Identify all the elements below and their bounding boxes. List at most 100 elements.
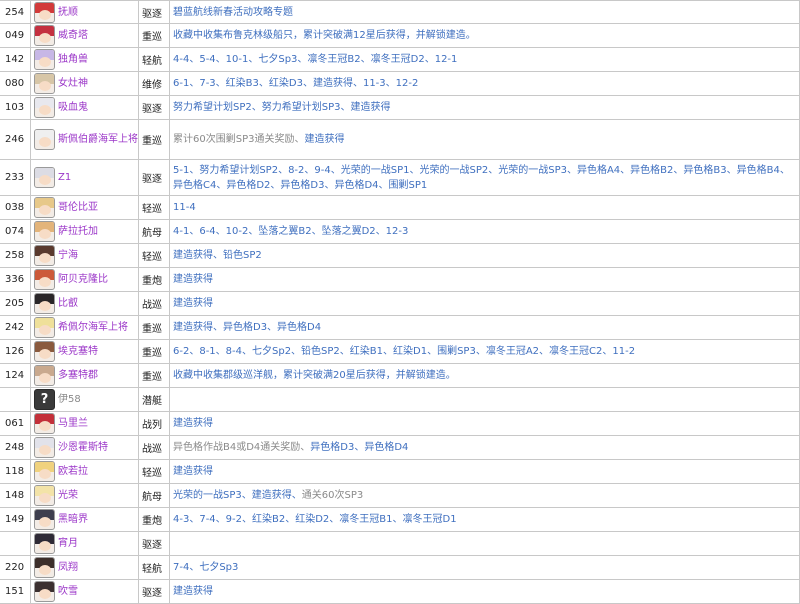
- ship-name-link[interactable]: 哥伦比亚: [58, 201, 98, 214]
- acquisition-source[interactable]: 6-2、8-1、8-4、七夕Sp2、铅色SP2、红染B1、红染D1、围剿SP3、…: [173, 344, 635, 359]
- shipgirl-avatar[interactable]: [34, 221, 55, 242]
- ship-name-link[interactable]: 斯佩伯爵海军上将: [58, 133, 138, 146]
- ship-type: 重炮: [142, 516, 162, 527]
- ship-name-link[interactable]: 阿贝克隆比: [58, 273, 108, 286]
- ship-name-link[interactable]: Z1: [58, 171, 71, 184]
- ship-type: 重巡: [142, 324, 162, 335]
- shipgirl-avatar[interactable]: [34, 73, 55, 94]
- ship-type-cell: 重炮: [138, 508, 169, 531]
- ship-type-cell: 驱逐: [138, 96, 169, 119]
- acquisition-source[interactable]: 建造获得: [173, 272, 213, 287]
- ship-id: 080: [5, 78, 25, 89]
- ship-name-link[interactable]: 吸血鬼: [58, 101, 88, 114]
- ship-name-link[interactable]: 宁海: [58, 249, 78, 262]
- ship-name-cell: 威奇塔: [58, 24, 138, 47]
- acquisition-source[interactable]: 建造获得: [173, 464, 213, 479]
- ship-type-cell: 重巡: [138, 316, 169, 339]
- ship-id: 126: [5, 346, 25, 357]
- avatar-cell: [30, 484, 58, 507]
- shipgirl-avatar[interactable]: [34, 533, 55, 554]
- acquisition-source-link[interactable]: 异色格D3、异色格D4: [310, 440, 408, 455]
- acquisition-source-link[interactable]: 建造获得: [304, 132, 344, 147]
- avatar-face: [39, 589, 51, 599]
- acquisition-source[interactable]: 建造获得: [173, 416, 213, 431]
- ship-type: 战巡: [142, 444, 162, 455]
- ship-id: 246: [5, 134, 25, 145]
- ship-type: 航母: [142, 492, 162, 503]
- shipgirl-avatar[interactable]: [34, 49, 55, 70]
- acquisition-source[interactable]: 努力希望计划SP2、努力希望计划SP3、建造获得: [173, 100, 390, 115]
- ship-type-cell: 航母: [138, 220, 169, 243]
- acquisition-source[interactable]: 收藏中收集布鲁克林级船只，累计突破满12星后获得，并解锁建造。: [173, 28, 476, 43]
- ship-id-cell: 061: [0, 412, 30, 435]
- ship-type: 重炮: [142, 276, 162, 287]
- ship-name-link[interactable]: 希佩尔海军上将: [58, 321, 128, 334]
- shipgirl-avatar[interactable]: [34, 293, 55, 314]
- ship-type-cell: 维修: [138, 72, 169, 95]
- table-row: 126 埃克塞特 重巡 6-2、8-1、8-4、七夕Sp2、铅色SP2、红染B1…: [0, 340, 800, 364]
- acquisition-source[interactable]: 建造获得、异色格D3、异色格D4: [173, 320, 321, 335]
- shipgirl-avatar[interactable]: [34, 167, 55, 188]
- ship-name-link[interactable]: 沙恩霍斯特: [58, 441, 108, 454]
- table-row: 258 宁海 轻巡 建造获得、铅色SP2: [0, 244, 800, 268]
- ship-id: 220: [5, 562, 25, 573]
- ship-name-link[interactable]: 光荣: [58, 489, 78, 502]
- acquisition-source[interactable]: 6-1、7-3、红染B3、红染D3、建造获得、11-3、12-2: [173, 76, 418, 91]
- ship-name-link[interactable]: 女灶神: [58, 77, 88, 90]
- ship-name-link[interactable]: 多塞特郡: [58, 369, 98, 382]
- ship-id-cell: 103: [0, 96, 30, 119]
- shipgirl-avatar[interactable]: [34, 197, 55, 218]
- ship-name-link[interactable]: 宵月: [58, 537, 78, 550]
- shipgirl-avatar[interactable]: [34, 413, 55, 434]
- acquisition-source-cell: 累计60次围剿SP3通关奖励、 建造获得: [169, 120, 800, 159]
- ship-type-cell: 战巡: [138, 292, 169, 315]
- ship-id-cell: 126: [0, 340, 30, 363]
- acquisition-source-cell: 建造获得: [169, 460, 800, 483]
- ship-name-link[interactable]: 欧若拉: [58, 465, 88, 478]
- acquisition-source[interactable]: 收藏中收集郡级巡洋舰，累计突破满20星后获得，并解锁建造。: [173, 368, 456, 383]
- ship-name-link[interactable]: 黑暗界: [58, 513, 88, 526]
- shipgirl-avatar[interactable]: [34, 485, 55, 506]
- acquisition-source-link[interactable]: 光荣的一战SP3、建造获得、: [173, 488, 302, 503]
- ship-name-link[interactable]: 独角兽: [58, 53, 88, 66]
- acquisition-source[interactable]: 建造获得、铅色SP2: [173, 248, 262, 263]
- shipgirl-avatar[interactable]: [34, 1, 55, 23]
- ship-name-link[interactable]: 凤翔: [58, 561, 78, 574]
- ship-name-link[interactable]: 威奇塔: [58, 29, 88, 42]
- ship-name-link[interactable]: 抚顺: [58, 6, 78, 19]
- shipgirl-avatar[interactable]: [34, 97, 55, 118]
- shipgirl-avatar[interactable]: [34, 437, 55, 458]
- shipgirl-avatar[interactable]: [34, 509, 55, 530]
- acquisition-source[interactable]: 5-1、努力希望计划SP2、8-2、9-4、光荣的一战SP1、光荣的一战SP2、…: [173, 163, 795, 193]
- ship-name-link[interactable]: 马里兰: [58, 417, 88, 430]
- shipgirl-avatar[interactable]: [34, 245, 55, 266]
- shipgirl-avatar[interactable]: [34, 269, 55, 290]
- shipgirl-avatar[interactable]: [34, 365, 55, 386]
- ship-name-link[interactable]: 埃克塞特: [58, 345, 98, 358]
- ship-type: 轻巡: [142, 468, 162, 479]
- acquisition-source[interactable]: 4-1、6-4、10-2、坠落之翼B2、坠落之翼D2、12-3: [173, 224, 408, 239]
- ship-name-link[interactable]: 萨拉托加: [58, 225, 98, 238]
- acquisition-source[interactable]: 4-3、7-4、9-2、红染B2、红染D2、凛冬王冠B1、凛冬王冠D1: [173, 512, 457, 527]
- ship-id-cell: [0, 532, 30, 555]
- shipgirl-avatar[interactable]: [34, 341, 55, 362]
- shipgirl-avatar[interactable]: [34, 129, 55, 150]
- acquisition-source-cell: 6-1、7-3、红染B3、红染D3、建造获得、11-3、12-2: [169, 72, 800, 95]
- avatar-cell: [30, 364, 58, 387]
- shipgirl-avatar[interactable]: [34, 25, 55, 46]
- acquisition-source[interactable]: 4-4、5-4、10-1、七夕Sp3、凛冬王冠B2、凛冬王冠D2、12-1: [173, 52, 457, 67]
- acquisition-source[interactable]: 11-4: [173, 200, 196, 215]
- acquisition-source[interactable]: 碧蓝航线新春活动攻略专题: [173, 5, 293, 20]
- ship-name-link[interactable]: 伊58: [58, 393, 81, 406]
- avatar-cell: [30, 72, 58, 95]
- unknown-avatar[interactable]: ?: [34, 389, 55, 410]
- shipgirl-avatar[interactable]: [34, 317, 55, 338]
- shipgirl-avatar[interactable]: [34, 557, 55, 578]
- ship-name-cell: 比叡: [58, 292, 138, 315]
- ship-name-link[interactable]: 比叡: [58, 297, 78, 310]
- shipgirl-avatar[interactable]: [34, 461, 55, 482]
- acquisition-source[interactable]: 7-4、七夕Sp3: [173, 560, 238, 575]
- acquisition-source[interactable]: 建造获得: [173, 296, 213, 311]
- ship-name-cell: 伊58: [58, 388, 138, 411]
- avatar-face: [39, 301, 51, 311]
